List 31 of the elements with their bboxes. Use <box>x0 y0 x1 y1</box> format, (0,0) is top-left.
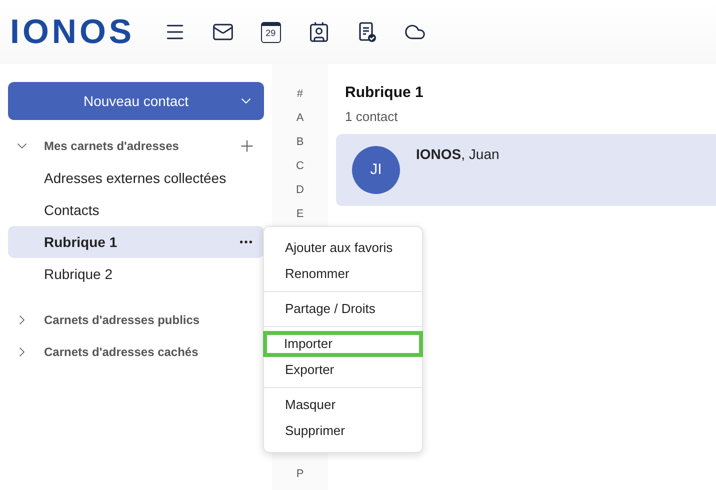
index-letter[interactable]: # <box>296 82 304 106</box>
new-contact-button[interactable]: Nouveau contact <box>8 82 264 120</box>
menu-item[interactable]: Importer <box>263 331 423 357</box>
list-title: Rubrique 1 <box>344 83 424 103</box>
index-letter[interactable]: B <box>296 130 304 154</box>
index-letter[interactable]: E <box>296 202 304 226</box>
menu-item[interactable]: Renommer <box>264 261 422 287</box>
menu-item[interactable]: Masquer <box>264 392 422 418</box>
index-letter[interactable]: C <box>296 154 304 178</box>
address-book-item[interactable]: Rubrique 2 <box>8 258 264 290</box>
menu-item[interactable]: Supprimer <box>264 418 422 444</box>
index-letter[interactable]: D <box>296 178 304 202</box>
section-title: Carnets d'adresses publics <box>44 312 201 329</box>
address-book-item[interactable]: Rubrique 1 <box>8 226 264 258</box>
menu-item[interactable]: Exporter <box>264 357 422 383</box>
contact-row[interactable]: JI IONOS, Juan <box>336 134 716 206</box>
menu-item[interactable]: Ajouter aux favoris <box>264 235 422 261</box>
address-book-item[interactable]: Contacts <box>8 194 264 226</box>
logo: IONOS <box>10 12 135 52</box>
index-letter[interactable]: A <box>296 106 304 130</box>
mail-icon[interactable] <box>212 21 234 43</box>
section-title: Carnets d'adresses cachés <box>44 344 200 361</box>
calendar-icon[interactable]: 29 <box>260 22 281 42</box>
address-book-item[interactable]: Adresses externes collectées <box>8 162 264 194</box>
index-letter[interactable]: P <box>296 462 304 486</box>
avatar: JI <box>352 146 400 194</box>
menu-item[interactable]: Partage / Droits <box>264 296 422 322</box>
contact-name: IONOS, Juan <box>416 145 500 164</box>
section-title: Mes carnets d'adresses <box>44 138 180 155</box>
contact-count: 1 contact <box>344 108 399 126</box>
address-card-icon[interactable] <box>308 21 330 43</box>
